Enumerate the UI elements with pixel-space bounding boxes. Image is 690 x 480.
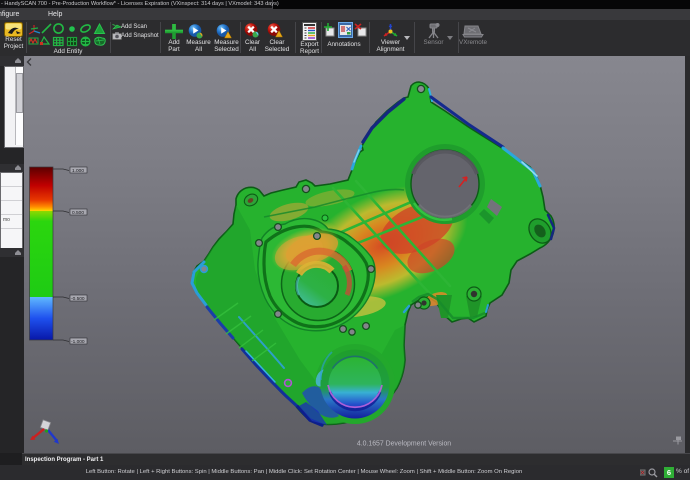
- svg-text:-0.500: -0.500: [71, 296, 85, 302]
- svg-text:-1.000: -1.000: [71, 339, 85, 345]
- svg-text:4.0.1657 Development Version: 4.0.1657 Development Version: [357, 441, 451, 448]
- svg-text:1.000: 1.000: [72, 168, 84, 174]
- svg-text:0.500: 0.500: [72, 210, 84, 216]
